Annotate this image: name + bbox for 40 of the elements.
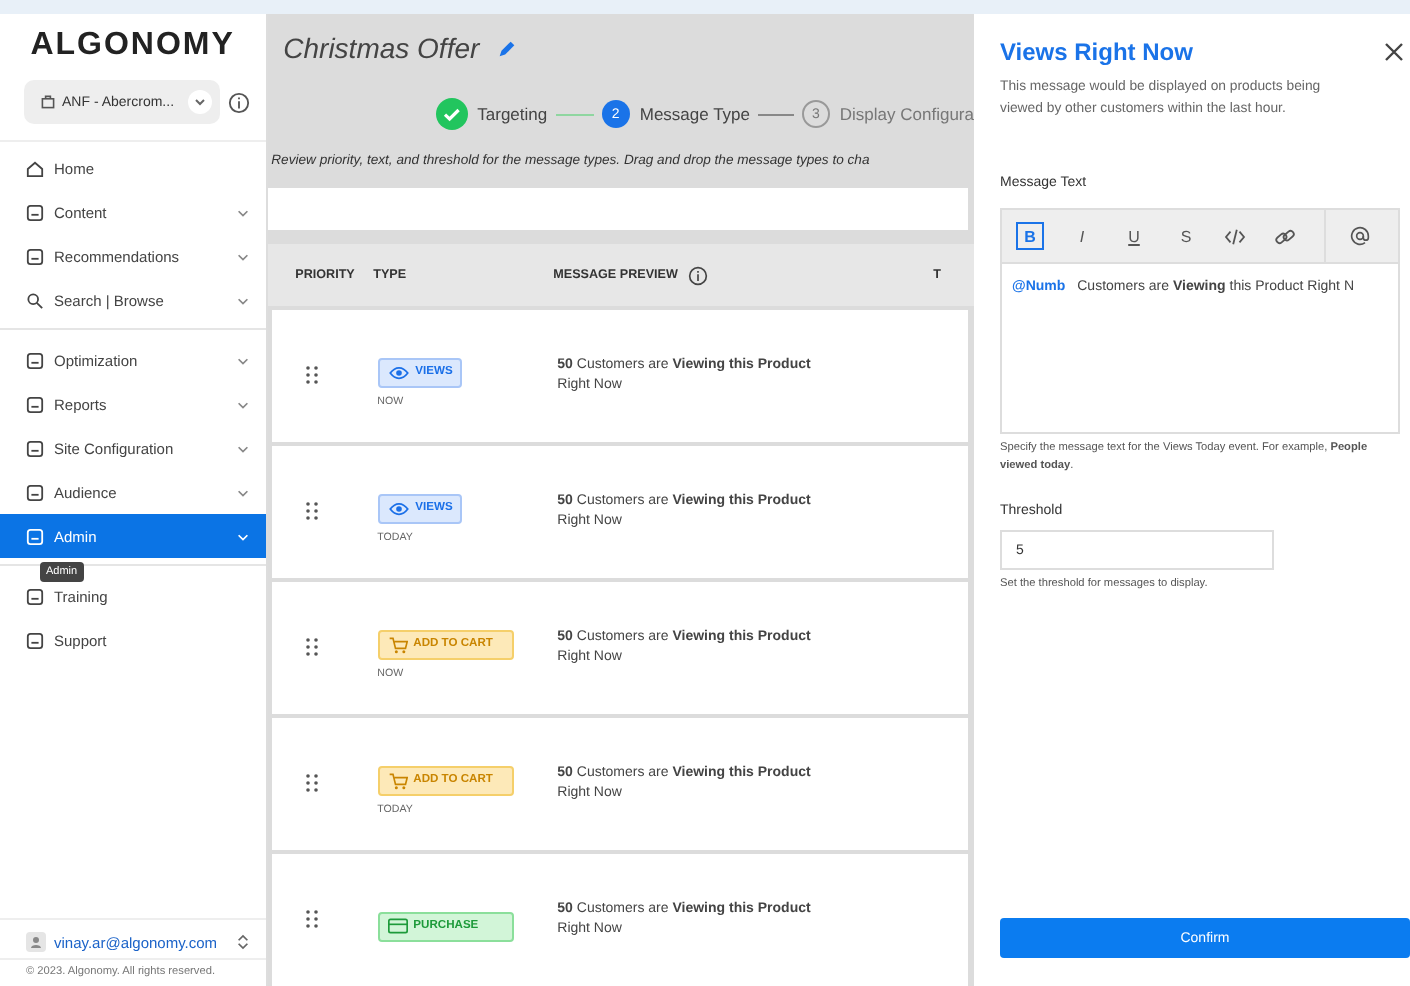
info-icon[interactable]	[687, 265, 708, 285]
drag-handle-icon[interactable]	[305, 366, 318, 384]
sort-icon[interactable]	[235, 932, 250, 952]
chevron-down-icon	[235, 353, 250, 367]
drag-handle-icon[interactable]	[305, 910, 318, 928]
chevron-down-icon	[235, 485, 250, 499]
cart-icon	[387, 635, 408, 653]
chevron-down-icon	[235, 205, 250, 219]
code-icon[interactable]	[1224, 227, 1246, 245]
panel-title: Views Right Now	[1000, 38, 1193, 66]
info-icon[interactable]	[227, 91, 250, 113]
user-icon	[26, 932, 46, 952]
search-icon	[26, 291, 44, 309]
close-icon[interactable]	[1384, 42, 1404, 62]
drag-handle-icon[interactable]	[305, 774, 318, 792]
algonomy-logo: ALGONOMY	[28, 28, 237, 64]
pencil-icon[interactable]	[495, 37, 518, 59]
store-icon	[40, 94, 56, 110]
chevron-down-icon	[187, 90, 212, 114]
drag-handle-icon[interactable]	[305, 502, 318, 520]
drag-handle-icon[interactable]	[305, 638, 318, 656]
eye-icon	[387, 501, 410, 515]
chevron-down-icon	[235, 397, 250, 411]
eye-icon	[387, 365, 410, 379]
chevron-down-icon	[235, 441, 250, 455]
stepper-step[interactable]: Targeting	[435, 98, 548, 130]
format-button[interactable]: I	[1068, 222, 1096, 250]
link-icon[interactable]	[1274, 225, 1296, 247]
chevron-down-icon	[235, 529, 250, 543]
page-title: Christmas Offer	[283, 32, 480, 64]
chevron-down-icon	[235, 293, 250, 307]
check-circle-icon	[435, 98, 468, 130]
home-icon	[26, 159, 44, 177]
at-sign-icon[interactable]	[1350, 226, 1370, 246]
format-button[interactable]: S	[1172, 222, 1200, 250]
chevron-down-icon	[235, 249, 250, 263]
cart-icon	[387, 771, 408, 789]
credit-card-icon	[387, 918, 408, 934]
format-button[interactable]: B	[1016, 222, 1044, 250]
format-button[interactable]: U	[1120, 222, 1148, 250]
